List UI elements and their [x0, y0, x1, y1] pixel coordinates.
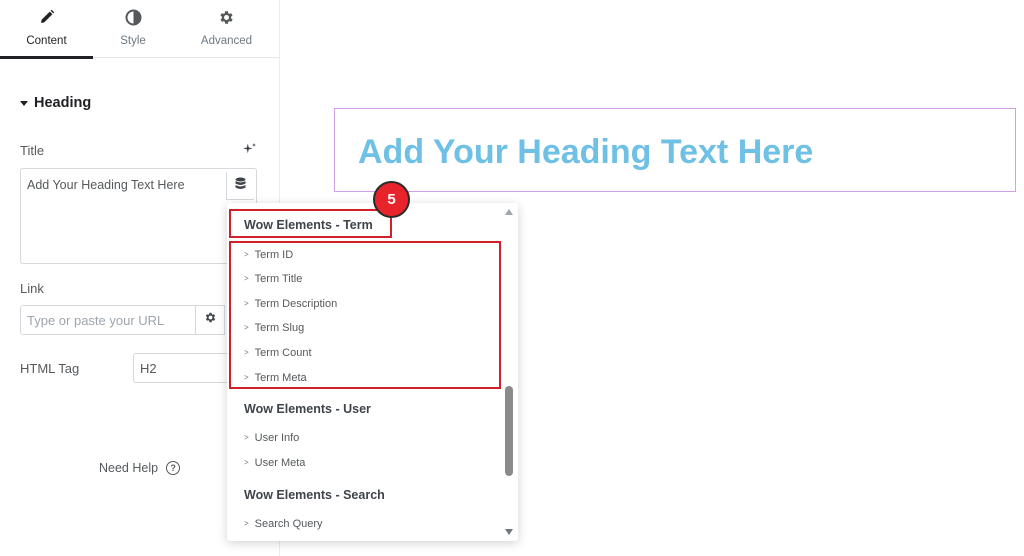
chevron-right-icon: >	[244, 458, 249, 467]
html-tag-select[interactable]: H2	[133, 353, 233, 383]
need-help-label: Need Help	[99, 461, 159, 475]
database-icon	[235, 177, 246, 195]
title-label: Title	[20, 143, 45, 158]
link-options-button[interactable]	[195, 305, 225, 335]
sparkle-ai-icon[interactable]	[241, 142, 257, 158]
group-title-search: Wow Elements - Search	[244, 488, 385, 502]
highlight-box-term-options	[229, 241, 501, 389]
dropdown-scrollbar[interactable]	[504, 203, 518, 541]
contrast-icon	[93, 9, 173, 27]
highlight-box-group-title	[229, 209, 392, 238]
section-title: Heading	[34, 95, 92, 111]
tab-content-label: Content	[26, 35, 67, 47]
heading-text: Add Your Heading Text Here	[358, 133, 814, 171]
gear-icon	[204, 311, 217, 329]
tab-style[interactable]: Style	[93, 0, 173, 58]
need-help-link[interactable]: Need Help ?	[99, 461, 181, 475]
step-number-badge: 5	[373, 181, 410, 218]
link-url-input[interactable]: Type or paste your URL	[20, 305, 196, 335]
html-tag-label: HTML Tag	[20, 361, 80, 376]
scrollbar-thumb[interactable]	[505, 386, 513, 476]
link-label: Link	[20, 281, 44, 296]
chevron-right-icon: >	[244, 519, 249, 528]
option-user-info[interactable]: > User Info	[244, 432, 299, 444]
tab-advanced[interactable]: Advanced	[173, 0, 280, 58]
pencil-icon	[0, 9, 93, 27]
group-title-user: Wow Elements - User	[244, 402, 371, 416]
section-toggle-heading[interactable]: Heading	[20, 95, 91, 111]
option-search-query[interactable]: > Search Query	[244, 518, 323, 530]
dynamic-tags-button[interactable]	[226, 172, 254, 200]
tab-style-label: Style	[120, 35, 146, 47]
heading-widget[interactable]: Add Your Heading Text Here	[334, 108, 1016, 192]
scroll-down-arrow-icon[interactable]	[505, 529, 513, 535]
title-textarea[interactable]: Add Your Heading Text Here	[20, 168, 257, 264]
panel-tabs: Content Style Advanced	[0, 0, 280, 59]
caret-down-icon	[20, 100, 28, 106]
scroll-up-arrow-icon[interactable]	[505, 209, 513, 215]
chevron-right-icon: >	[244, 433, 249, 442]
tab-advanced-label: Advanced	[200, 35, 253, 47]
question-icon: ?	[166, 461, 181, 475]
option-user-meta[interactable]: > User Meta	[244, 457, 305, 469]
tab-content[interactable]: Content	[0, 0, 93, 59]
gear-icon	[173, 9, 280, 27]
